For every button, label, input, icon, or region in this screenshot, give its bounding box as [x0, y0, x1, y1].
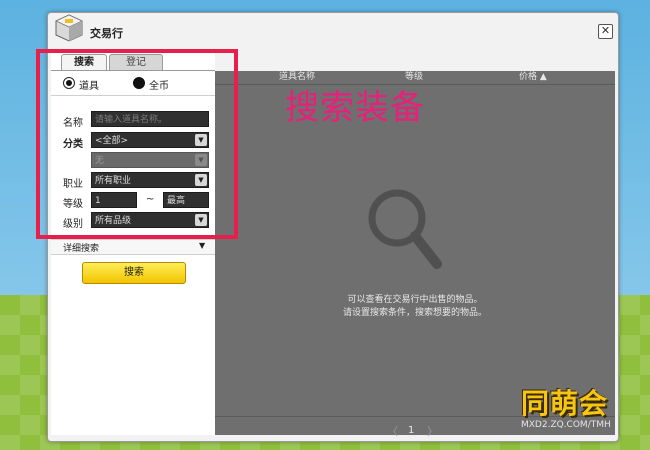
window-title: 交易行	[90, 27, 123, 40]
app-cube-icon	[55, 14, 83, 42]
title-bar[interactable]: 交易行 ✕	[48, 13, 618, 51]
magnifier-icon	[368, 189, 442, 269]
advanced-search-toggle[interactable]: 详细搜索 ▼	[51, 239, 215, 255]
annotation-highlight-box	[36, 49, 238, 239]
price-label: 价格	[519, 72, 538, 82]
sort-asc-icon: ▲	[539, 72, 547, 82]
watermark-text: 同萌会	[521, 387, 609, 420]
chevron-right-icon[interactable]: 〉	[427, 423, 438, 439]
chevron-left-icon[interactable]: 〈	[387, 423, 398, 439]
page-number: 1	[408, 425, 415, 436]
column-header-price[interactable]: 价格 ▲	[519, 71, 547, 83]
watermark-logo: 同萌会 MXD2.ZQ.COM/TMH	[521, 382, 633, 446]
advanced-search-label: 详细搜索	[63, 244, 100, 254]
close-button[interactable]: ✕	[598, 24, 613, 39]
empty-message-line1: 可以查看在交易行中出售的物品。	[347, 295, 483, 305]
empty-message-line2: 请设置搜索条件，搜索想要的物品。	[342, 308, 487, 318]
annotation-text: 搜索装备	[285, 88, 425, 128]
search-button[interactable]: 搜索	[82, 262, 186, 284]
close-icon: ✕	[600, 24, 611, 37]
watermark-url: MXD2.ZQ.COM/TMH	[521, 420, 611, 430]
chevron-down-icon: ▼	[199, 241, 206, 250]
